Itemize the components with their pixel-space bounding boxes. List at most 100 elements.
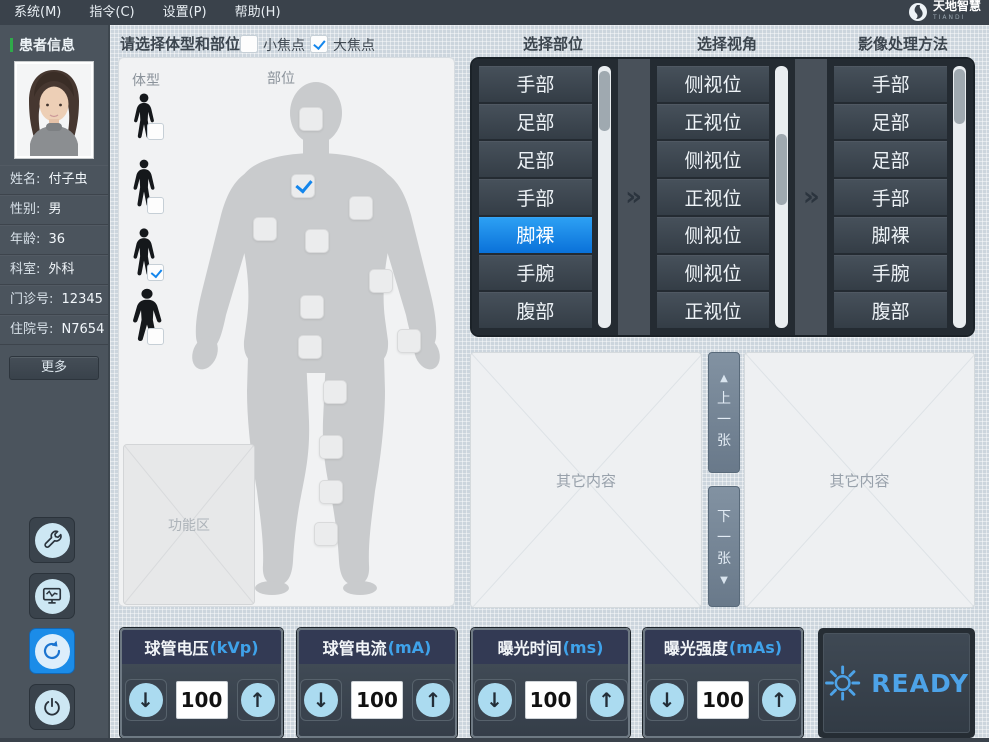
- process-list-scroll-thumb[interactable]: [954, 69, 965, 124]
- tube-voltage-decrease-button[interactable]: ↓: [125, 679, 167, 721]
- patient-portrait: [17, 64, 91, 156]
- menu-settings[interactable]: 设置(P): [149, 0, 221, 25]
- reset-tool-button[interactable]: [29, 628, 75, 674]
- next-image-button[interactable]: 下一张 ▼: [708, 486, 740, 607]
- exposure-intensity-decrease-button[interactable]: ↓: [646, 679, 688, 721]
- part-checkbox-knee[interactable]: [319, 435, 343, 459]
- previous-image-button[interactable]: ▲ 上一张: [708, 352, 740, 473]
- view-list-scrollbar[interactable]: [775, 66, 788, 328]
- part-checkbox-left-shoulder[interactable]: [349, 196, 373, 220]
- small-focus-checkbox[interactable]: [240, 35, 258, 53]
- part-option[interactable]: 手腕: [479, 255, 592, 291]
- power-icon: [35, 690, 70, 725]
- field-name-label: 姓名:: [10, 172, 40, 187]
- bottom-edge-strip: [0, 738, 989, 742]
- param-exposure-intensity: 曝光强度 (mAs) ↓ 100 ↑: [643, 628, 803, 738]
- part-option-selected[interactable]: 脚裸: [479, 217, 592, 253]
- part-list: 手部 足部 足部 手部 脚裸 手腕 腹部: [472, 59, 618, 335]
- menu-help[interactable]: 帮助(H): [221, 0, 295, 25]
- part-checkbox-hand[interactable]: [397, 329, 421, 353]
- process-option[interactable]: 手部: [834, 179, 947, 215]
- process-option[interactable]: 足部: [834, 104, 947, 140]
- menu-system[interactable]: 系统(M): [0, 0, 75, 25]
- selection-title: 请选择体型和部位: [120, 33, 240, 54]
- field-inpatient-no-label: 住院号:: [10, 322, 53, 337]
- patient-photo: [14, 61, 94, 159]
- patient-sidebar: 患者信息 姓名: 付子虫 性别: 男 年龄:: [0, 25, 110, 742]
- exposure-intensity-increase-button[interactable]: ↑: [758, 679, 800, 721]
- part-checkbox-head[interactable]: [299, 107, 323, 131]
- part-checkbox-thigh[interactable]: [323, 380, 347, 404]
- process-option[interactable]: 腹部: [834, 292, 947, 328]
- process-option[interactable]: 手腕: [834, 255, 947, 291]
- view-option[interactable]: 侧视位: [657, 66, 770, 102]
- view-option[interactable]: 侧视位: [657, 217, 770, 253]
- arrow-up-icon: ↑: [425, 688, 442, 712]
- part-checkbox-chest[interactable]: [305, 229, 329, 253]
- view-option[interactable]: 侧视位: [657, 255, 770, 291]
- arrow-down-icon: ↓: [659, 688, 676, 712]
- tube-current-increase-button[interactable]: ↑: [412, 679, 454, 721]
- part-list-scrollbar[interactable]: [598, 66, 611, 328]
- arrow-up-icon: ↑: [249, 688, 266, 712]
- field-outpatient-no-value: 12345: [62, 292, 103, 307]
- menu-command[interactable]: 指令(C): [75, 0, 148, 25]
- exposure-time-decrease-button[interactable]: ↓: [474, 679, 516, 721]
- view-option[interactable]: 正视位: [657, 104, 770, 140]
- ready-button[interactable]: READY: [818, 628, 975, 738]
- column-title-view: 选择视角: [667, 33, 787, 54]
- view-option[interactable]: 正视位: [657, 292, 770, 328]
- part-checkbox-shin[interactable]: [319, 480, 343, 504]
- param-tube-voltage: 球管电压 (kVp) ↓ 100 ↑: [120, 628, 283, 738]
- column-title-process: 影像处理方法: [833, 33, 973, 54]
- double-chevron-icon: »: [625, 182, 642, 212]
- arrow-up-icon: ↑: [598, 688, 615, 712]
- body-type-male-checkbox[interactable]: [147, 264, 164, 281]
- preview-panel-left: 其它内容: [470, 352, 702, 608]
- brand-logo: 天地智慧 TIANDI: [908, 1, 981, 23]
- part-list-scroll-thumb[interactable]: [599, 71, 610, 131]
- part-option[interactable]: 足部: [479, 104, 592, 140]
- part-checkbox-elbow[interactable]: [369, 269, 393, 293]
- tube-current-decrease-button[interactable]: ↓: [300, 679, 342, 721]
- sun-ready-icon: [824, 661, 861, 705]
- body-type-female-large-checkbox[interactable]: [147, 328, 164, 345]
- view-list: 侧视位 正视位 侧视位 正视位 侧视位 侧视位 正视位: [650, 59, 796, 335]
- wrench-tool-button[interactable]: [29, 517, 75, 563]
- part-checkbox-pelvis[interactable]: [298, 335, 322, 359]
- body-type-label: 体型: [132, 70, 160, 90]
- process-list-scrollbar[interactable]: [953, 66, 966, 328]
- triangle-down-icon: ▼: [720, 575, 728, 586]
- selection-lists-container: 手部 足部 足部 手部 脚裸 手腕 腹部 » 侧视位 正视位: [470, 57, 975, 337]
- exposure-time-increase-button[interactable]: ↑: [586, 679, 628, 721]
- part-checkbox-abdomen[interactable]: [300, 295, 324, 319]
- body-type-child-checkbox[interactable]: [147, 123, 164, 140]
- large-focus-checkbox[interactable]: [310, 35, 328, 53]
- part-checkbox-right-shoulder[interactable]: [253, 217, 277, 241]
- menubar: 系统(M) 指令(C) 设置(P) 帮助(H) 天地智慧 TIANDI: [0, 0, 989, 25]
- part-checkbox-ankle[interactable]: [314, 522, 338, 546]
- view-option[interactable]: 侧视位: [657, 141, 770, 177]
- part-option[interactable]: 腹部: [479, 292, 592, 328]
- more-button[interactable]: 更多: [9, 356, 99, 380]
- param-exposure-intensity-title: 曝光强度 (mAs): [645, 630, 801, 664]
- field-gender: 性别: 男: [0, 195, 108, 225]
- monitor-tool-button[interactable]: [29, 573, 75, 619]
- view-option[interactable]: 正视位: [657, 179, 770, 215]
- tube-voltage-increase-button[interactable]: ↑: [237, 679, 279, 721]
- part-checkbox-upper-chest[interactable]: [291, 174, 315, 198]
- body-type-female-checkbox[interactable]: [147, 197, 164, 214]
- part-option[interactable]: 足部: [479, 141, 592, 177]
- reset-icon: [35, 634, 70, 669]
- part-option[interactable]: 手部: [479, 66, 592, 102]
- part-option[interactable]: 手部: [479, 179, 592, 215]
- view-list-scroll-thumb[interactable]: [776, 134, 787, 205]
- chevron-part-to-view: »: [618, 59, 650, 335]
- process-option[interactable]: 足部: [834, 141, 947, 177]
- header-accent-bar: [10, 38, 13, 52]
- field-name-value: 付子虫: [49, 172, 88, 187]
- process-option[interactable]: 手部: [834, 66, 947, 102]
- power-tool-button[interactable]: [29, 684, 75, 730]
- process-option[interactable]: 脚裸: [834, 217, 947, 253]
- brand-subtitle: TIANDI: [933, 12, 981, 23]
